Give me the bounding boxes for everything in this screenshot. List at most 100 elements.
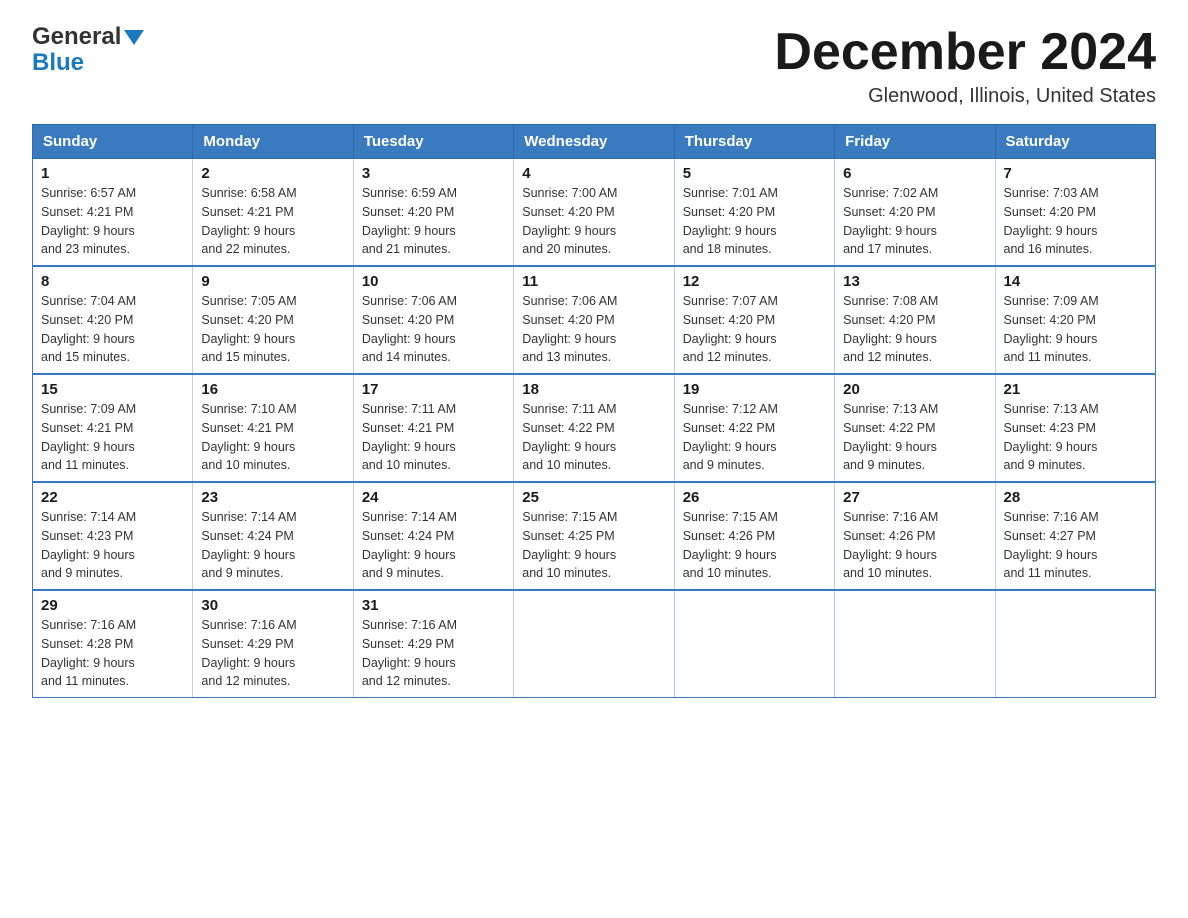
day-number: 13 bbox=[843, 273, 986, 290]
calendar-cell: 25 Sunrise: 7:15 AM Sunset: 4:25 PM Dayl… bbox=[514, 482, 674, 590]
day-number: 28 bbox=[1004, 489, 1147, 506]
day-info: Sunrise: 7:07 AM Sunset: 4:20 PM Dayligh… bbox=[683, 292, 826, 367]
day-number: 4 bbox=[522, 165, 665, 182]
calendar-cell: 10 Sunrise: 7:06 AM Sunset: 4:20 PM Dayl… bbox=[353, 266, 513, 374]
day-number: 1 bbox=[41, 165, 184, 182]
calendar-cell bbox=[674, 590, 834, 698]
col-header-tuesday: Tuesday bbox=[353, 125, 513, 159]
day-info: Sunrise: 7:14 AM Sunset: 4:23 PM Dayligh… bbox=[41, 508, 184, 583]
day-number: 23 bbox=[201, 489, 344, 506]
logo-blue-text: Blue bbox=[32, 50, 144, 76]
calendar-cell: 19 Sunrise: 7:12 AM Sunset: 4:22 PM Dayl… bbox=[674, 374, 834, 482]
calendar-cell: 8 Sunrise: 7:04 AM Sunset: 4:20 PM Dayli… bbox=[33, 266, 193, 374]
calendar-week-row: 8 Sunrise: 7:04 AM Sunset: 4:20 PM Dayli… bbox=[33, 266, 1156, 374]
day-number: 21 bbox=[1004, 381, 1147, 398]
calendar-cell: 3 Sunrise: 6:59 AM Sunset: 4:20 PM Dayli… bbox=[353, 159, 513, 267]
title-block: December 2024 Glenwood, Illinois, United… bbox=[774, 24, 1156, 108]
calendar-subtitle: Glenwood, Illinois, United States bbox=[774, 85, 1156, 108]
day-info: Sunrise: 7:15 AM Sunset: 4:26 PM Dayligh… bbox=[683, 508, 826, 583]
calendar-cell: 2 Sunrise: 6:58 AM Sunset: 4:21 PM Dayli… bbox=[193, 159, 353, 267]
day-number: 15 bbox=[41, 381, 184, 398]
logo-general-line: General bbox=[32, 24, 144, 50]
day-info: Sunrise: 7:02 AM Sunset: 4:20 PM Dayligh… bbox=[843, 184, 986, 259]
calendar-header-row: SundayMondayTuesdayWednesdayThursdayFrid… bbox=[33, 125, 1156, 159]
day-number: 24 bbox=[362, 489, 505, 506]
calendar-cell: 6 Sunrise: 7:02 AM Sunset: 4:20 PM Dayli… bbox=[835, 159, 995, 267]
day-info: Sunrise: 7:11 AM Sunset: 4:22 PM Dayligh… bbox=[522, 400, 665, 475]
day-info: Sunrise: 7:13 AM Sunset: 4:23 PM Dayligh… bbox=[1004, 400, 1147, 475]
calendar-cell: 26 Sunrise: 7:15 AM Sunset: 4:26 PM Dayl… bbox=[674, 482, 834, 590]
day-info: Sunrise: 6:59 AM Sunset: 4:20 PM Dayligh… bbox=[362, 184, 505, 259]
day-info: Sunrise: 7:16 AM Sunset: 4:26 PM Dayligh… bbox=[843, 508, 986, 583]
day-info: Sunrise: 6:58 AM Sunset: 4:21 PM Dayligh… bbox=[201, 184, 344, 259]
calendar-cell: 24 Sunrise: 7:14 AM Sunset: 4:24 PM Dayl… bbox=[353, 482, 513, 590]
day-number: 8 bbox=[41, 273, 184, 290]
col-header-saturday: Saturday bbox=[995, 125, 1155, 159]
calendar-cell: 30 Sunrise: 7:16 AM Sunset: 4:29 PM Dayl… bbox=[193, 590, 353, 698]
calendar-cell: 7 Sunrise: 7:03 AM Sunset: 4:20 PM Dayli… bbox=[995, 159, 1155, 267]
calendar-table: SundayMondayTuesdayWednesdayThursdayFrid… bbox=[32, 124, 1156, 698]
day-info: Sunrise: 7:16 AM Sunset: 4:28 PM Dayligh… bbox=[41, 616, 184, 691]
calendar-week-row: 1 Sunrise: 6:57 AM Sunset: 4:21 PM Dayli… bbox=[33, 159, 1156, 267]
day-info: Sunrise: 7:14 AM Sunset: 4:24 PM Dayligh… bbox=[201, 508, 344, 583]
calendar-cell: 27 Sunrise: 7:16 AM Sunset: 4:26 PM Dayl… bbox=[835, 482, 995, 590]
calendar-cell: 4 Sunrise: 7:00 AM Sunset: 4:20 PM Dayli… bbox=[514, 159, 674, 267]
col-header-friday: Friday bbox=[835, 125, 995, 159]
col-header-monday: Monday bbox=[193, 125, 353, 159]
calendar-cell: 18 Sunrise: 7:11 AM Sunset: 4:22 PM Dayl… bbox=[514, 374, 674, 482]
day-number: 9 bbox=[201, 273, 344, 290]
day-info: Sunrise: 7:03 AM Sunset: 4:20 PM Dayligh… bbox=[1004, 184, 1147, 259]
calendar-cell: 16 Sunrise: 7:10 AM Sunset: 4:21 PM Dayl… bbox=[193, 374, 353, 482]
calendar-cell: 15 Sunrise: 7:09 AM Sunset: 4:21 PM Dayl… bbox=[33, 374, 193, 482]
calendar-cell: 22 Sunrise: 7:14 AM Sunset: 4:23 PM Dayl… bbox=[33, 482, 193, 590]
day-number: 3 bbox=[362, 165, 505, 182]
day-number: 2 bbox=[201, 165, 344, 182]
logo-general-text: General bbox=[32, 24, 121, 50]
day-info: Sunrise: 7:15 AM Sunset: 4:25 PM Dayligh… bbox=[522, 508, 665, 583]
calendar-cell: 21 Sunrise: 7:13 AM Sunset: 4:23 PM Dayl… bbox=[995, 374, 1155, 482]
logo-blue-label: Blue bbox=[32, 49, 84, 76]
calendar-cell: 14 Sunrise: 7:09 AM Sunset: 4:20 PM Dayl… bbox=[995, 266, 1155, 374]
day-info: Sunrise: 7:14 AM Sunset: 4:24 PM Dayligh… bbox=[362, 508, 505, 583]
day-info: Sunrise: 7:10 AM Sunset: 4:21 PM Dayligh… bbox=[201, 400, 344, 475]
day-number: 27 bbox=[843, 489, 986, 506]
day-info: Sunrise: 7:06 AM Sunset: 4:20 PM Dayligh… bbox=[362, 292, 505, 367]
day-number: 19 bbox=[683, 381, 826, 398]
day-info: Sunrise: 7:08 AM Sunset: 4:20 PM Dayligh… bbox=[843, 292, 986, 367]
day-number: 31 bbox=[362, 597, 505, 614]
day-info: Sunrise: 7:12 AM Sunset: 4:22 PM Dayligh… bbox=[683, 400, 826, 475]
page-header: General Blue December 2024 Glenwood, Ill… bbox=[32, 24, 1156, 108]
day-number: 18 bbox=[522, 381, 665, 398]
day-number: 25 bbox=[522, 489, 665, 506]
day-number: 12 bbox=[683, 273, 826, 290]
calendar-cell: 29 Sunrise: 7:16 AM Sunset: 4:28 PM Dayl… bbox=[33, 590, 193, 698]
day-number: 7 bbox=[1004, 165, 1147, 182]
day-number: 20 bbox=[843, 381, 986, 398]
day-info: Sunrise: 7:09 AM Sunset: 4:21 PM Dayligh… bbox=[41, 400, 184, 475]
calendar-cell: 5 Sunrise: 7:01 AM Sunset: 4:20 PM Dayli… bbox=[674, 159, 834, 267]
calendar-cell: 23 Sunrise: 7:14 AM Sunset: 4:24 PM Dayl… bbox=[193, 482, 353, 590]
day-info: Sunrise: 7:11 AM Sunset: 4:21 PM Dayligh… bbox=[362, 400, 505, 475]
day-number: 22 bbox=[41, 489, 184, 506]
day-info: Sunrise: 7:00 AM Sunset: 4:20 PM Dayligh… bbox=[522, 184, 665, 259]
calendar-cell: 12 Sunrise: 7:07 AM Sunset: 4:20 PM Dayl… bbox=[674, 266, 834, 374]
calendar-week-row: 15 Sunrise: 7:09 AM Sunset: 4:21 PM Dayl… bbox=[33, 374, 1156, 482]
day-number: 11 bbox=[522, 273, 665, 290]
col-header-wednesday: Wednesday bbox=[514, 125, 674, 159]
calendar-week-row: 29 Sunrise: 7:16 AM Sunset: 4:28 PM Dayl… bbox=[33, 590, 1156, 698]
calendar-cell: 28 Sunrise: 7:16 AM Sunset: 4:27 PM Dayl… bbox=[995, 482, 1155, 590]
day-info: Sunrise: 7:05 AM Sunset: 4:20 PM Dayligh… bbox=[201, 292, 344, 367]
calendar-cell bbox=[514, 590, 674, 698]
day-number: 10 bbox=[362, 273, 505, 290]
col-header-thursday: Thursday bbox=[674, 125, 834, 159]
logo-triangle-icon bbox=[124, 30, 144, 45]
day-info: Sunrise: 7:13 AM Sunset: 4:22 PM Dayligh… bbox=[843, 400, 986, 475]
day-info: Sunrise: 7:04 AM Sunset: 4:20 PM Dayligh… bbox=[41, 292, 184, 367]
day-number: 16 bbox=[201, 381, 344, 398]
col-header-sunday: Sunday bbox=[33, 125, 193, 159]
calendar-cell: 17 Sunrise: 7:11 AM Sunset: 4:21 PM Dayl… bbox=[353, 374, 513, 482]
logo: General Blue bbox=[32, 24, 144, 77]
calendar-week-row: 22 Sunrise: 7:14 AM Sunset: 4:23 PM Dayl… bbox=[33, 482, 1156, 590]
day-number: 14 bbox=[1004, 273, 1147, 290]
day-info: Sunrise: 7:16 AM Sunset: 4:29 PM Dayligh… bbox=[201, 616, 344, 691]
